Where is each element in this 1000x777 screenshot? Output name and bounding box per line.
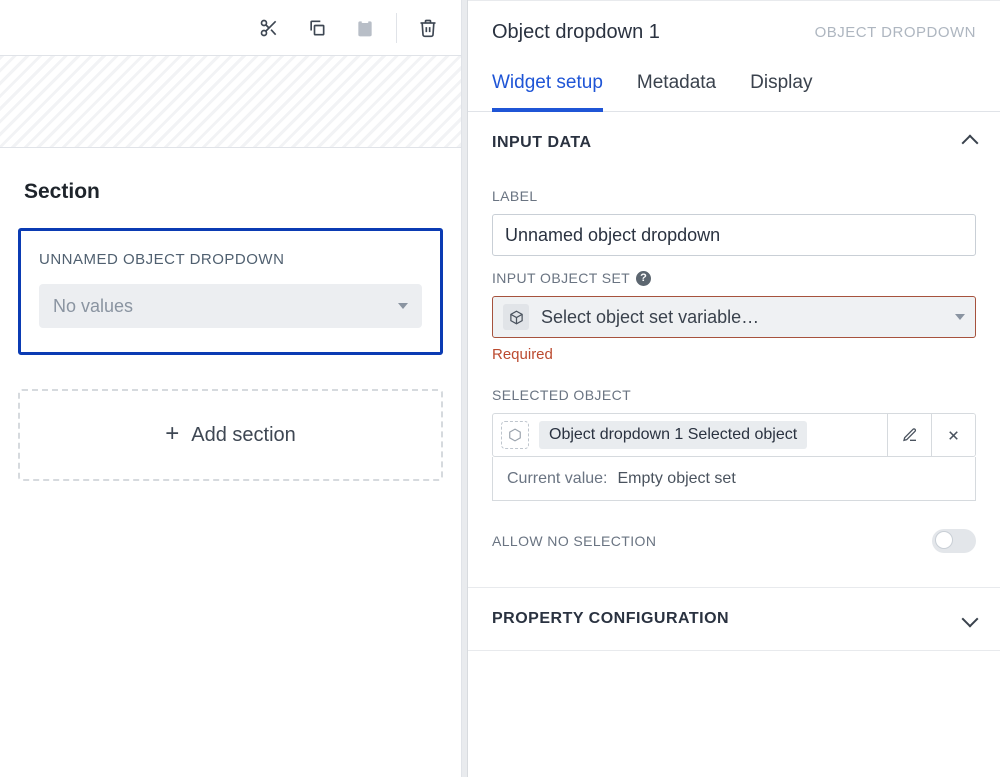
scissors-icon	[259, 18, 279, 38]
copy-button[interactable]	[294, 5, 340, 51]
selected-object-pill[interactable]: Object dropdown 1 Selected object	[493, 414, 887, 456]
edit-selected-button[interactable]	[887, 414, 931, 456]
inspector-title: Object dropdown 1	[492, 21, 660, 44]
drop-zone[interactable]	[0, 56, 461, 148]
inspector-tabs: Widget setup Metadata Display	[468, 54, 1000, 112]
tab-display[interactable]: Display	[750, 62, 812, 112]
inspector-header: Object dropdown 1 OBJECT DROPDOWN	[468, 1, 1000, 54]
toggle-knob	[935, 531, 953, 549]
property-config-heading: PROPERTY CONFIGURATION	[492, 610, 729, 628]
canvas-area: Section UNNAMED OBJECT DROPDOWN No value…	[0, 148, 461, 777]
tab-metadata[interactable]: Metadata	[637, 62, 716, 112]
close-icon	[946, 428, 961, 443]
add-section-label: Add section	[191, 424, 296, 447]
inspector-type: OBJECT DROPDOWN	[815, 24, 976, 41]
current-value-text: Empty object set	[618, 470, 736, 488]
caret-down-icon	[955, 314, 965, 320]
label-field-label: LABEL	[492, 188, 976, 204]
input-data-heading: INPUT DATA	[492, 134, 592, 152]
add-section-button[interactable]: + Add section	[18, 389, 443, 481]
tab-widget-setup[interactable]: Widget setup	[492, 62, 603, 112]
input-set-error: Required	[492, 346, 976, 363]
input-set-label-text: INPUT OBJECT SET	[492, 270, 630, 286]
trash-icon	[418, 18, 438, 38]
selected-object-field-label: SELECTED OBJECT	[492, 387, 976, 403]
plus-icon: +	[165, 422, 179, 446]
current-value-label: Current value:	[507, 470, 608, 488]
allow-no-selection-toggle[interactable]	[932, 529, 976, 553]
inspector-panel: Object dropdown 1 OBJECT DROPDOWN Widget…	[468, 0, 1000, 777]
clear-selected-button[interactable]	[931, 414, 975, 456]
widget-dropdown[interactable]: No values	[39, 284, 422, 328]
delete-button[interactable]	[405, 5, 451, 51]
paste-button[interactable]	[342, 5, 388, 51]
input-object-set-select[interactable]: Select object set variable…	[492, 296, 976, 338]
allow-no-selection-row: ALLOW NO SELECTION	[492, 529, 976, 553]
inspector-body: INPUT DATA LABEL INPUT OBJECT SET ? Se	[468, 112, 1000, 777]
object-dropdown-widget[interactable]: UNNAMED OBJECT DROPDOWN No values	[18, 228, 443, 355]
selected-object-value: Object dropdown 1 Selected object	[539, 421, 807, 449]
copy-icon	[307, 18, 327, 38]
dropdown-placeholder: No values	[53, 296, 133, 317]
label-input[interactable]	[492, 214, 976, 256]
toolbar-separator	[396, 13, 397, 43]
clipboard-icon	[355, 18, 375, 38]
chevron-up-icon	[962, 135, 979, 152]
help-icon[interactable]: ?	[636, 271, 651, 286]
object-outline-icon	[501, 421, 529, 449]
selected-object-row: Object dropdown 1 Selected object	[492, 413, 976, 457]
chevron-down-icon	[962, 611, 979, 628]
caret-down-icon	[398, 303, 408, 309]
widget-label: UNNAMED OBJECT DROPDOWN	[39, 251, 422, 268]
pencil-icon	[902, 427, 918, 443]
section-heading: Section	[24, 180, 437, 204]
input-set-field-label: INPUT OBJECT SET ?	[492, 270, 976, 286]
current-value-row: Current value: Empty object set	[492, 457, 976, 501]
canvas-toolbar	[0, 0, 461, 56]
object-icon	[503, 304, 529, 330]
input-set-placeholder: Select object set variable…	[541, 307, 943, 328]
input-data-header[interactable]: INPUT DATA	[468, 112, 1000, 174]
input-data-section: LABEL INPUT OBJECT SET ? Select object s…	[468, 188, 1000, 588]
property-config-header[interactable]: PROPERTY CONFIGURATION	[468, 588, 1000, 651]
canvas-panel: Section UNNAMED OBJECT DROPDOWN No value…	[0, 0, 462, 777]
allow-no-selection-label: ALLOW NO SELECTION	[492, 533, 656, 549]
cut-button[interactable]	[246, 5, 292, 51]
